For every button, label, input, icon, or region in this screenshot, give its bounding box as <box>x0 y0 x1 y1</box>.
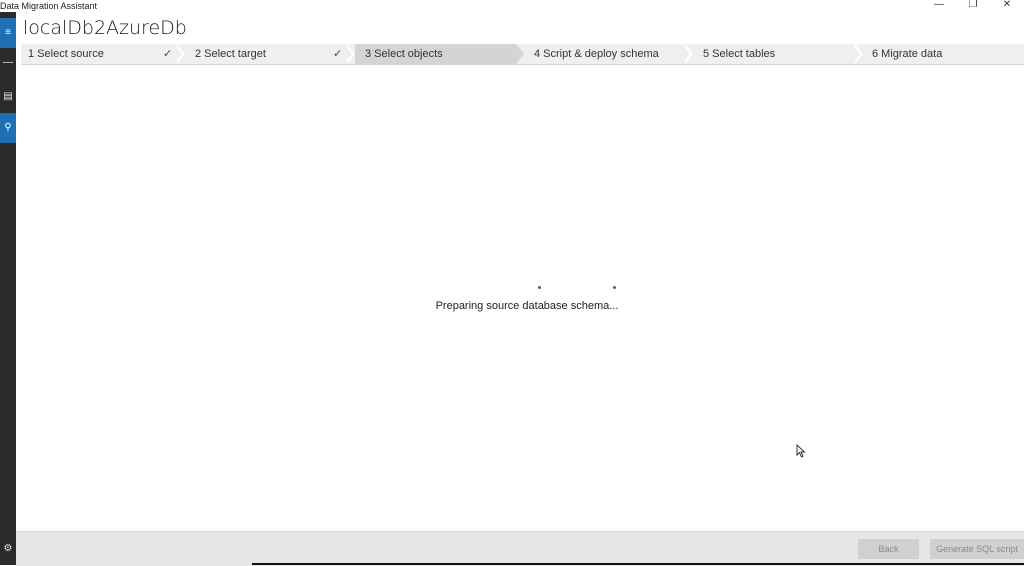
restore-button[interactable]: ❐ <box>956 0 990 12</box>
checkmark-icon: ✓ <box>333 48 343 60</box>
step-script-deploy-schema[interactable]: 4 Script & deploy schema <box>527 44 687 64</box>
settings-icon[interactable]: ⚙ <box>0 534 16 564</box>
step-label: 1 Select source <box>28 48 104 60</box>
step-select-source[interactable]: 1 Select source ✓ <box>21 44 181 64</box>
minimize-button[interactable]: — <box>922 0 956 12</box>
hamburger-menu-icon[interactable]: ≡ <box>0 18 16 48</box>
generate-sql-script-button[interactable]: Generate SQL script <box>930 539 1024 559</box>
loading-dot <box>538 286 541 289</box>
step-label: 5 Select tables <box>703 48 776 60</box>
rail-item-minus-icon[interactable]: — <box>0 48 16 78</box>
project-title: localDb2AzureDb <box>23 17 187 39</box>
rail-item-assessment-icon[interactable]: ▤ <box>0 82 16 112</box>
step-migrate-data[interactable]: 6 Migrate data <box>865 44 1024 64</box>
step-label: 2 Select target <box>195 48 266 60</box>
loading-dot <box>613 286 616 289</box>
title-bar: Data Migration Assistant — ❐ ✕ <box>0 0 1024 12</box>
step-select-objects-active[interactable]: 3 Select objects <box>351 44 516 64</box>
window-controls: — ❐ ✕ <box>922 0 1024 12</box>
step-select-target[interactable]: 2 Select target ✓ <box>188 44 348 64</box>
footer-bar: Back Generate SQL script <box>16 531 1024 566</box>
checkmark-icon: ✓ <box>163 48 173 60</box>
loading-message: Preparing source database schema... <box>435 300 619 312</box>
left-rail: ≡ — ▤ ⚲ ⚙ <box>0 12 16 565</box>
close-button[interactable]: ✕ <box>990 0 1024 12</box>
mouse-cursor-icon <box>796 444 806 458</box>
step-label: 4 Script & deploy schema <box>534 48 659 60</box>
step-divider <box>516 44 524 64</box>
rail-item-migration-icon[interactable]: ⚲ <box>0 113 16 143</box>
back-button[interactable]: Back <box>858 539 919 559</box>
step-select-tables[interactable]: 5 Select tables <box>696 44 856 64</box>
step-label: 6 Migrate data <box>872 48 943 60</box>
app-title: Data Migration Assistant <box>0 1 98 11</box>
wizard-steps: 1 Select source ✓ 2 Select target ✓ 3 Se… <box>21 44 1024 65</box>
step-label: 3 Select objects <box>365 48 443 60</box>
